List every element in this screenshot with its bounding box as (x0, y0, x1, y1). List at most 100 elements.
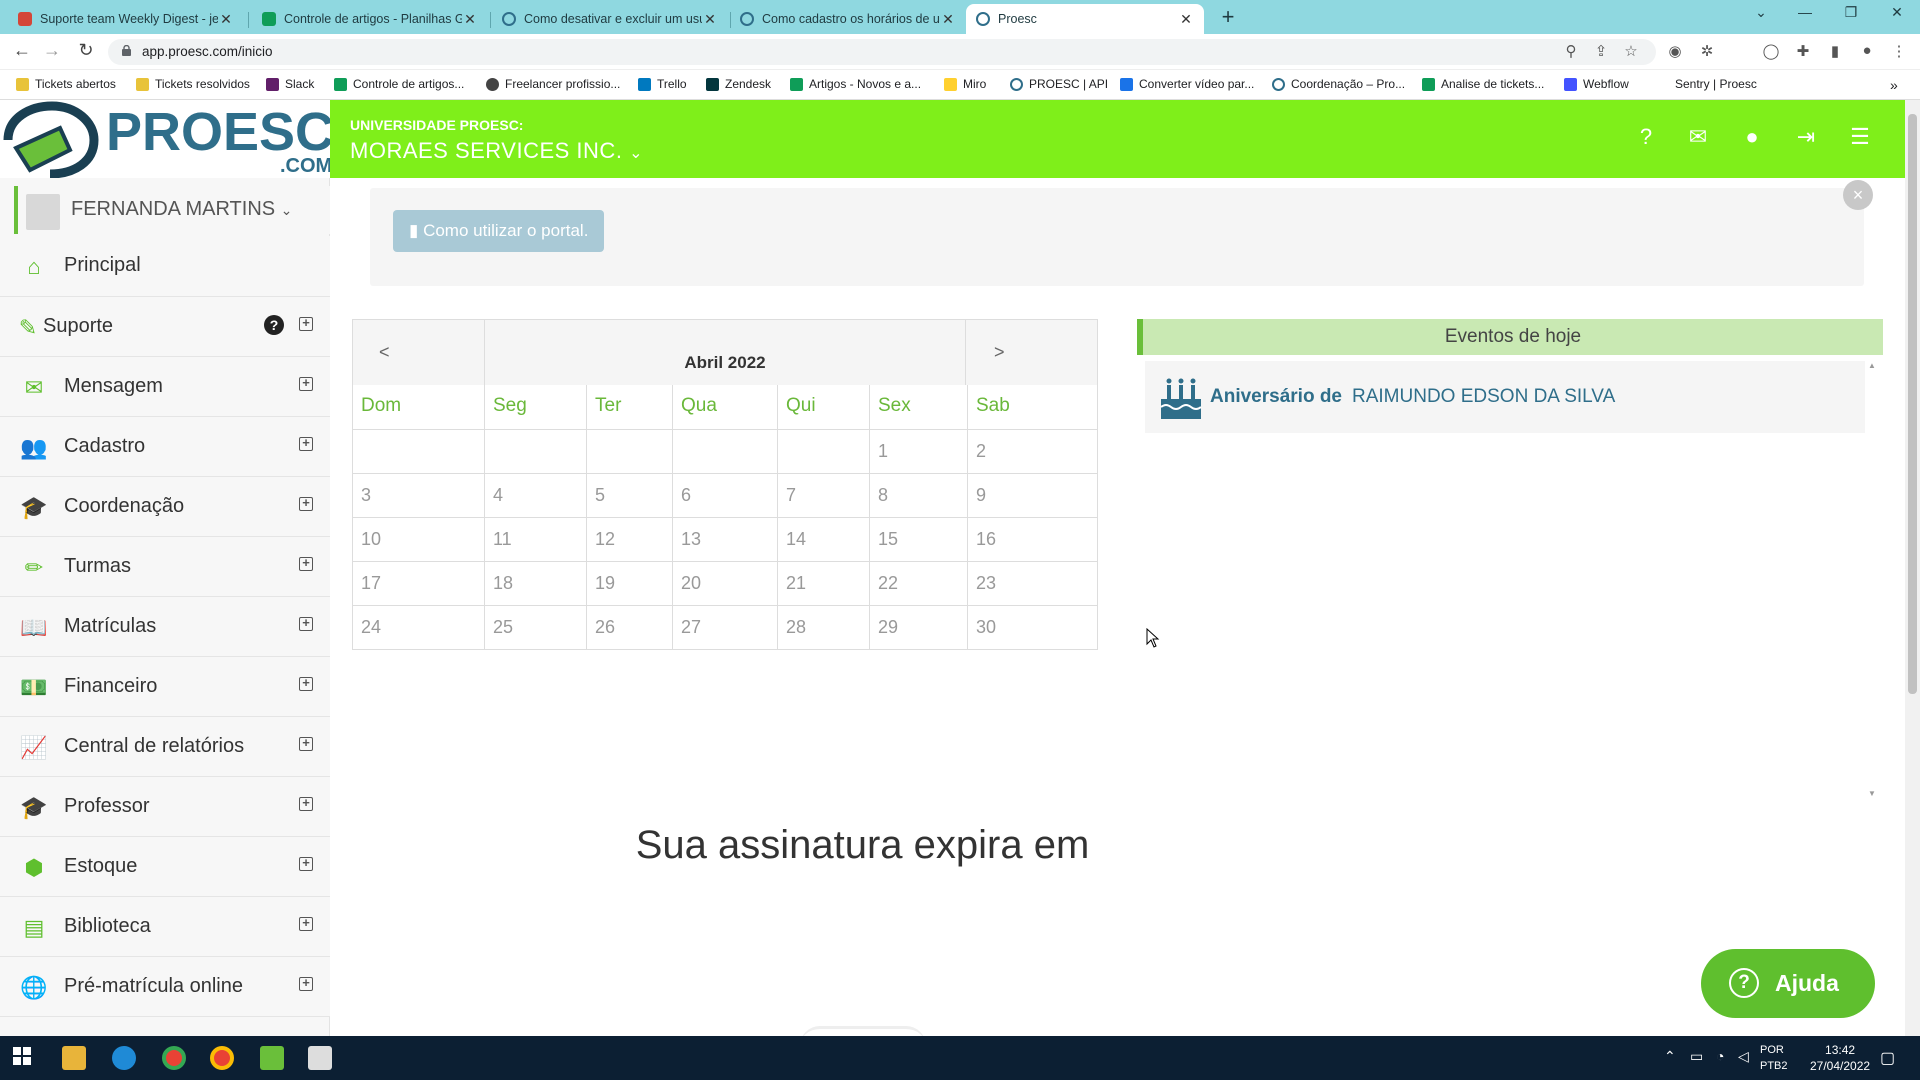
user-menu[interactable]: FERNANDA MARTINS ⌄ (14, 186, 330, 234)
calendar-day-cell[interactable]: 29 (870, 606, 968, 650)
calendar-day-cell[interactable]: 25 (485, 606, 587, 650)
calendar-day-cell[interactable]: 23 (968, 562, 1097, 606)
language-indicator[interactable]: POR PTB2 (1760, 1042, 1788, 1074)
sidebar-item-matriculas[interactable]: 📖 Matrículas + (0, 597, 330, 657)
scroll-down-icon[interactable]: ▼ (1868, 789, 1876, 798)
app-icon[interactable] (260, 1046, 284, 1070)
expand-icon[interactable]: + (299, 796, 313, 811)
sidebar-item-suporte[interactable]: ✎ Suporte ? + (0, 297, 330, 357)
reload-icon[interactable]: ↻ (74, 40, 98, 61)
bookmark[interactable]: Tickets abertos (16, 77, 116, 91)
sidebar-item-principal[interactable]: ⌂ Principal (0, 236, 330, 297)
calendar-day-cell[interactable]: 30 (968, 606, 1097, 650)
calendar-day-cell[interactable]: 15 (870, 518, 968, 562)
expand-icon[interactable]: + (299, 976, 313, 991)
help-chat-button[interactable]: ? Ajuda (1701, 949, 1875, 1018)
how-to-use-portal-button[interactable]: ▮ Como utilizar o portal. (393, 210, 605, 252)
notifications-icon[interactable]: ▢ (1880, 1048, 1895, 1068)
bookmark[interactable]: Converter vídeo par... (1120, 77, 1254, 91)
sidebar-item-cadastro[interactable]: 👥 Cadastro + (0, 417, 330, 477)
sidebar-item-biblioteca[interactable]: ▤ Biblioteca + (0, 897, 330, 957)
sidebar-item-professor[interactable]: 🎓 Professor + (0, 777, 330, 837)
clock[interactable]: 13:42 27/04/2022 (1810, 1042, 1870, 1074)
scrollbar-thumb[interactable] (1908, 114, 1917, 694)
close-tab-icon[interactable]: ✕ (1178, 11, 1194, 28)
close-tab-icon[interactable]: ✕ (462, 11, 478, 28)
calendar-day-cell[interactable] (353, 430, 485, 474)
minimize-button[interactable]: — (1790, 4, 1820, 20)
windows-start-icon[interactable] (12, 1046, 36, 1070)
expand-icon[interactable]: + (299, 736, 313, 751)
calendar-day-cell[interactable] (673, 430, 778, 474)
calendar-day-cell[interactable]: 1 (870, 430, 968, 474)
calendar-day-cell[interactable]: 26 (587, 606, 673, 650)
bookmark[interactable]: Slack (266, 77, 314, 91)
question-circle-icon[interactable]: ? (264, 315, 284, 335)
new-tab-button[interactable]: + (1216, 4, 1240, 30)
restore-button[interactable]: ❐ (1836, 4, 1866, 21)
calendar-day-cell[interactable]: 17 (353, 562, 485, 606)
browser-tab[interactable]: Como desativar e excluir um usu ✕ (492, 4, 728, 34)
sidebar-item-coordenacao[interactable]: 🎓 Coordenação + (0, 477, 330, 537)
calendar-day-cell[interactable]: 3 (353, 474, 485, 518)
bookmark[interactable]: Artigos - Novos e a... (790, 77, 921, 91)
sidebar-item-mensagem[interactable]: ✉ Mensagem + (0, 357, 330, 417)
share-icon[interactable]: ⇪ (1590, 42, 1612, 60)
calendar-day-cell[interactable]: 19 (587, 562, 673, 606)
bookmark[interactable]: Zendesk (706, 77, 771, 91)
calendar-day-cell[interactable]: 2 (968, 430, 1097, 474)
file-explorer-icon[interactable] (62, 1046, 86, 1070)
close-notice-button[interactable]: × (1843, 180, 1873, 210)
more-bookmarks-icon[interactable]: » (1890, 77, 1898, 93)
bookmark[interactable]: Miro (944, 77, 986, 91)
bookmark-star-icon[interactable]: ☆ (1620, 42, 1642, 60)
bookmark[interactable]: Controle de artigos... (334, 77, 464, 91)
calendar-day-cell[interactable]: 5 (587, 474, 673, 518)
side-panel-icon[interactable]: ▮ (1824, 42, 1846, 60)
calendar-day-cell[interactable]: 14 (778, 518, 870, 562)
expand-icon[interactable]: + (299, 316, 313, 331)
chrome-icon[interactable] (162, 1046, 186, 1070)
calendar-day-cell[interactable] (778, 430, 870, 474)
browser-tab[interactable]: Suporte team Weekly Digest - je ✕ (8, 4, 244, 34)
menu-dots-icon[interactable]: ⋮ (1888, 42, 1910, 60)
bookmark[interactable]: Coordenação – Pro... (1272, 77, 1405, 91)
expand-icon[interactable]: + (299, 676, 313, 691)
help-icon[interactable]: ? (1632, 124, 1660, 152)
sidebar-item-estoque[interactable]: ⬢ Estoque + (0, 837, 330, 897)
calendar-day-cell[interactable]: 27 (673, 606, 778, 650)
hamburger-menu-icon[interactable]: ☰ (1846, 124, 1874, 152)
expand-icon[interactable]: + (299, 496, 313, 511)
calendar-day-cell[interactable] (587, 430, 673, 474)
browser-tab[interactable]: Como cadastro os horários de ur ✕ (730, 4, 966, 34)
calendar-day-cell[interactable]: 4 (485, 474, 587, 518)
forward-icon[interactable]: → (40, 40, 64, 61)
bookmark[interactable]: Tickets resolvidos (136, 77, 250, 91)
expand-icon[interactable]: + (299, 436, 313, 451)
events-scrollbar[interactable]: ▲ ▼ (1868, 361, 1878, 801)
company-selector[interactable]: MORAES SERVICES INC. ⌄ (350, 138, 643, 164)
bookmark[interactable]: Sentry | Proesc (1656, 77, 1757, 91)
calendar-next-button[interactable]: > (966, 320, 1097, 385)
sidebar-item-central-relatorios[interactable]: 📈 Central de relatórios + (0, 717, 330, 777)
sidebar-item-financeiro[interactable]: 💵 Financeiro + (0, 657, 330, 717)
bookmark[interactable]: Trello (638, 77, 687, 91)
expand-icon[interactable]: + (299, 556, 313, 571)
event-item[interactable]: Aniversário de RAIMUNDO EDSON DA SILVA (1145, 361, 1865, 433)
calendar-day-cell[interactable]: 24 (353, 606, 485, 650)
battery-icon[interactable]: ▭ (1690, 1048, 1703, 1065)
close-window-button[interactable]: ✕ (1882, 4, 1912, 21)
calendar-day-cell[interactable]: 9 (968, 474, 1097, 518)
calendar-day-cell[interactable]: 12 (587, 518, 673, 562)
bookmark[interactable]: Webflow (1564, 77, 1629, 91)
expand-icon[interactable]: + (299, 916, 313, 931)
volume-icon[interactable]: ◁ (1738, 1048, 1749, 1065)
browser-tab-active[interactable]: Proesc ✕ (966, 4, 1204, 34)
calendar-day-cell[interactable]: 18 (485, 562, 587, 606)
address-bar[interactable]: app.proesc.com/inicio ⚲ ⇪ ☆ (108, 39, 1656, 65)
envelope-icon[interactable]: ✉ (1684, 124, 1712, 152)
calendar-day-cell[interactable]: 11 (485, 518, 587, 562)
bookmark[interactable]: PROESC | API (1010, 77, 1108, 91)
sidebar-item-pre-matricula[interactable]: 🌐 Pré-matrícula online + (0, 957, 330, 1017)
calendar-day-cell[interactable]: 22 (870, 562, 968, 606)
